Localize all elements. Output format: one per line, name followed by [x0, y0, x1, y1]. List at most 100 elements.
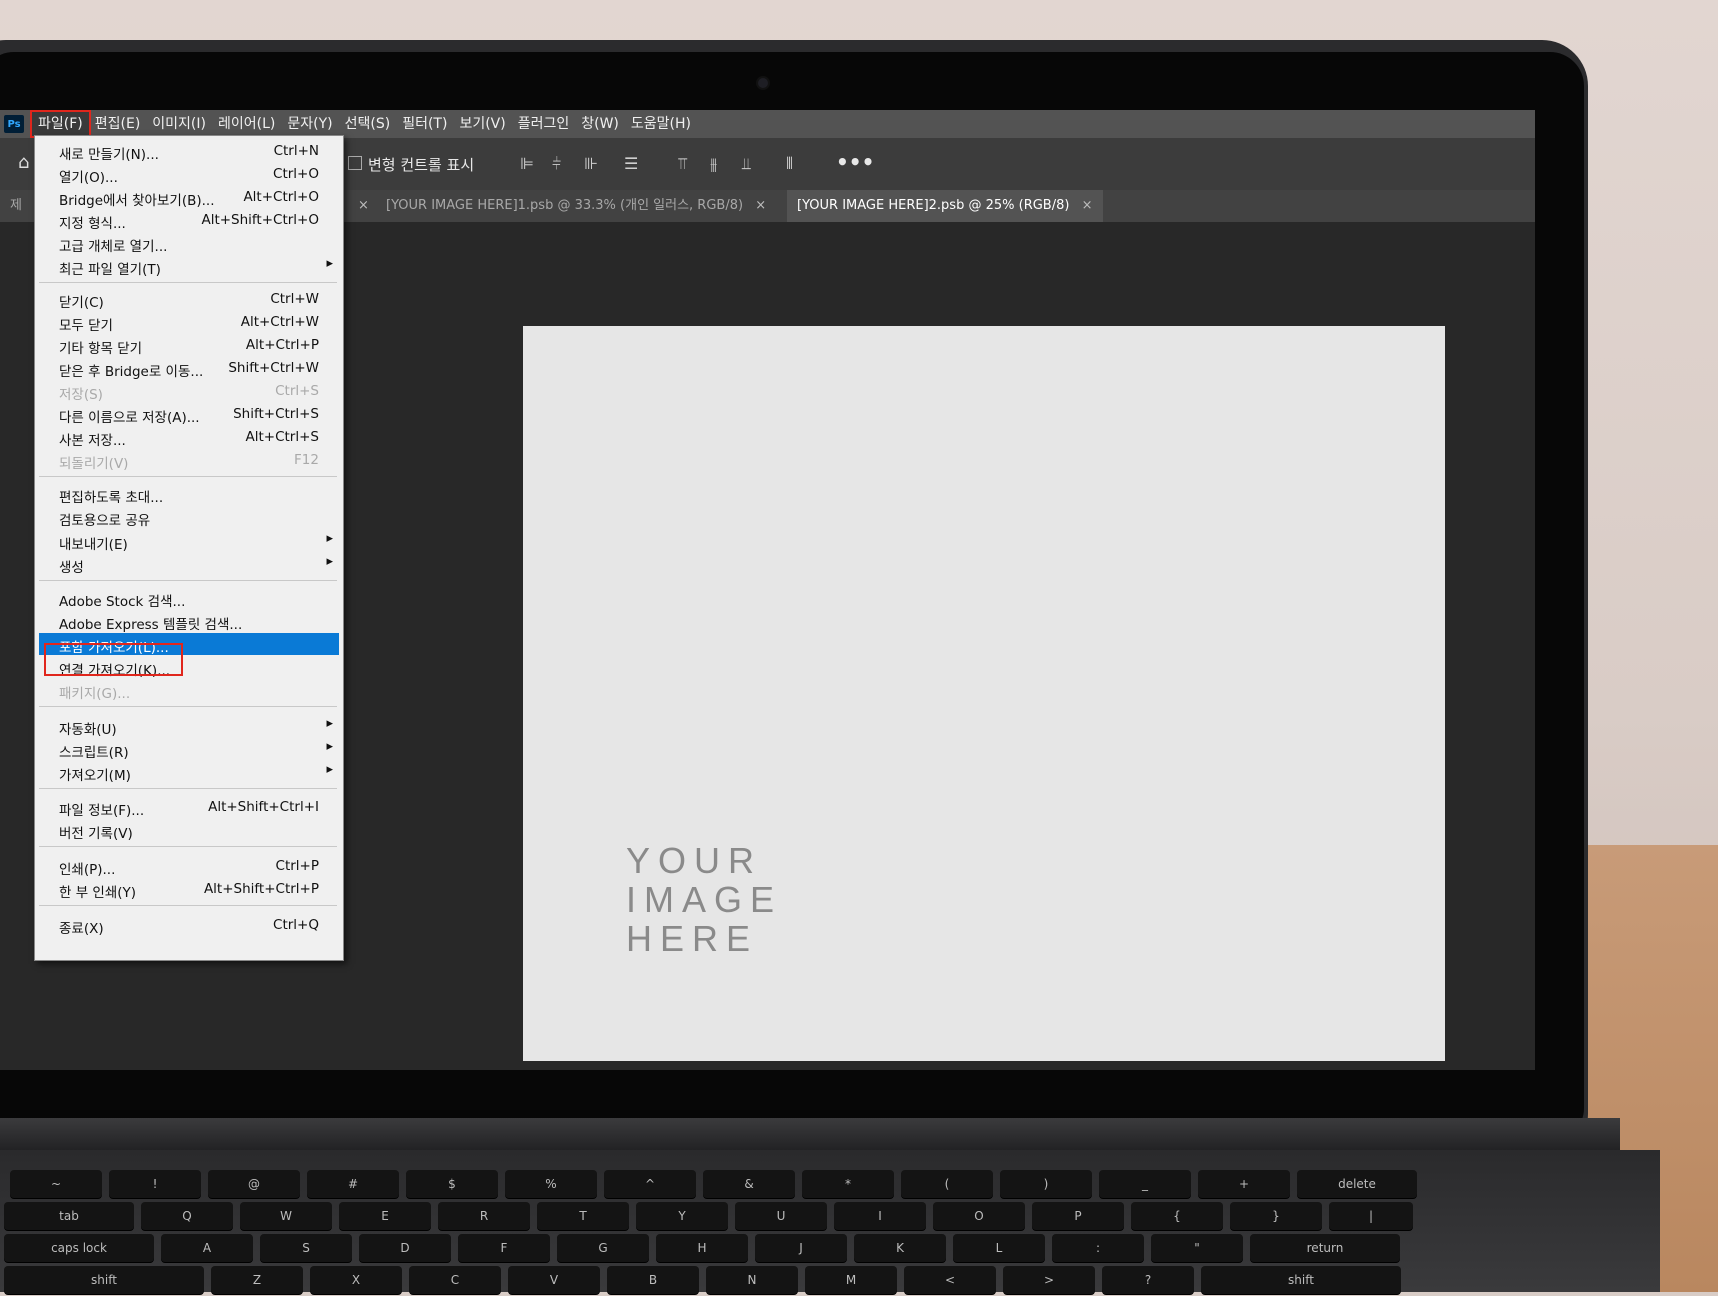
close-icon[interactable]: × [755, 198, 766, 213]
menu-item-open[interactable]: 열기(O)... Ctrl+O [35, 163, 341, 186]
menu-item-exit[interactable]: 종료(X) Ctrl+Q [35, 914, 341, 937]
keyboard-key[interactable]: L [953, 1234, 1045, 1262]
keyboard-key[interactable]: C [409, 1266, 501, 1294]
keyboard-key[interactable]: N [706, 1266, 798, 1294]
menu-item-close-go-bridge[interactable]: 닫은 후 Bridge로 이동... Shift+Ctrl+W [35, 357, 341, 380]
document-canvas[interactable]: YOUR IMAGE HERE [523, 326, 1445, 1061]
keyboard-key[interactable]: ! [109, 1170, 201, 1198]
keyboard-key[interactable]: E [339, 1202, 431, 1230]
menu-item-new[interactable]: 새로 만들기(N)... Ctrl+N [35, 140, 341, 163]
show-transform-controls-checkbox[interactable] [348, 156, 362, 170]
menu-item-open-smart-object[interactable]: 고급 개체로 열기... [35, 232, 341, 255]
keyboard-key[interactable]: * [802, 1170, 894, 1198]
menu-image[interactable]: 이미지(I) [146, 112, 212, 136]
keyboard-key[interactable]: | [1329, 1202, 1413, 1230]
tab-partial[interactable]: 제 [0, 190, 32, 222]
align-bottom-edges-icon[interactable]: ⫫ [742, 154, 751, 174]
keyboard-key[interactable]: R [438, 1202, 530, 1230]
menu-item-close[interactable]: 닫기(C) Ctrl+W [35, 288, 341, 311]
menu-item-open-as[interactable]: 지정 형식... Alt+Shift+Ctrl+O [35, 209, 341, 232]
keyboard-key[interactable]: P [1032, 1202, 1124, 1230]
keyboard-key[interactable]: % [505, 1170, 597, 1198]
menu-view[interactable]: 보기(V) [453, 112, 511, 136]
keyboard-key[interactable]: K [854, 1234, 946, 1262]
keyboard-key[interactable]: B [607, 1266, 699, 1294]
menu-item-adobe-stock[interactable]: Adobe Stock 검색... [35, 587, 341, 610]
align-top-edges-icon[interactable]: ⫪ [678, 154, 687, 174]
distribute-vertical-icon[interactable]: ☰ [624, 154, 638, 173]
keyboard-key[interactable]: U [735, 1202, 827, 1230]
menu-item-file-info[interactable]: 파일 정보(F)... Alt+Shift+Ctrl+I [35, 796, 341, 819]
tab-document-2[interactable]: [YOUR IMAGE HERE]2.psb @ 25% (RGB/8) × [787, 190, 1103, 222]
keyboard-key[interactable]: W [240, 1202, 332, 1230]
tab-document-1[interactable]: [YOUR IMAGE HERE]1.psb @ 33.3% (개인 일러스, … [376, 190, 776, 222]
keyboard-key[interactable]: I [834, 1202, 926, 1230]
menu-item-save[interactable]: 저장(S) Ctrl+S [35, 380, 341, 403]
menu-plugins[interactable]: 플러그인 [512, 112, 576, 136]
menu-item-invite-to-edit[interactable]: 편집하도록 초대... [35, 483, 341, 506]
menu-item-export[interactable]: 내보내기(E) ▸ [35, 530, 341, 553]
menu-file[interactable]: 파일(F) [30, 110, 91, 138]
menu-item-share-for-review[interactable]: 검토용으로 공유 [35, 506, 341, 529]
keyboard-key[interactable]: S [260, 1234, 352, 1262]
caps-lock-key[interactable]: caps lock [4, 1234, 154, 1262]
menu-item-print[interactable]: 인쇄(P)... Ctrl+P [35, 855, 341, 878]
menu-type[interactable]: 문자(Y) [281, 112, 338, 136]
shift-key[interactable]: shift [1201, 1266, 1401, 1294]
menu-item-save-as[interactable]: 다른 이름으로 저장(A)... Shift+Ctrl+S [35, 403, 341, 426]
keyboard-key[interactable]: A [161, 1234, 253, 1262]
keyboard-key[interactable]: ~ [10, 1170, 102, 1198]
menu-edit[interactable]: 편집(E) [89, 112, 147, 136]
keyboard-key[interactable]: T [537, 1202, 629, 1230]
align-right-edges-icon[interactable]: ⊪ [584, 154, 598, 173]
shift-key[interactable]: shift [4, 1266, 204, 1294]
return-key[interactable]: return [1250, 1234, 1400, 1262]
menu-item-scripts[interactable]: 스크립트(R) ▸ [35, 738, 341, 761]
menu-item-browse-bridge[interactable]: Bridge에서 찾아보기(B)... Alt+Ctrl+O [35, 186, 341, 209]
close-icon[interactable]: × [358, 198, 369, 213]
keyboard-key[interactable]: O [933, 1202, 1025, 1230]
keyboard-key[interactable]: Q [141, 1202, 233, 1230]
close-icon[interactable]: × [1082, 198, 1093, 213]
keyboard-key[interactable]: & [703, 1170, 795, 1198]
keyboard-key[interactable]: @ [208, 1170, 300, 1198]
menu-item-open-recent[interactable]: 최근 파일 열기(T) ▸ [35, 255, 341, 278]
keyboard-key[interactable]: ) [1000, 1170, 1092, 1198]
align-vertical-centers-icon[interactable]: ⫵ [710, 154, 717, 174]
menu-item-version-history[interactable]: 버전 기록(V) [35, 819, 341, 842]
keyboard-key[interactable]: < [904, 1266, 996, 1294]
menu-item-revert[interactable]: 되돌리기(V) F12 [35, 449, 341, 472]
align-left-edges-icon[interactable]: ⊫ [520, 154, 534, 173]
keyboard-key[interactable]: $ [406, 1170, 498, 1198]
menu-item-adobe-express[interactable]: Adobe Express 템플릿 검색... [35, 610, 341, 633]
delete-key[interactable]: delete [1297, 1170, 1417, 1198]
align-horizontal-centers-icon[interactable]: ⫩ [552, 154, 561, 174]
menu-item-generate[interactable]: 생성 ▸ [35, 553, 341, 576]
menu-filter[interactable]: 필터(T) [396, 112, 453, 136]
menu-item-package[interactable]: 패키지(G)... [35, 679, 341, 702]
keyboard-key[interactable]: G [557, 1234, 649, 1262]
more-options-icon[interactable]: ••• [836, 150, 874, 174]
tab-hidden-close[interactable]: × [340, 190, 379, 222]
menu-item-automate[interactable]: 자동화(U) ▸ [35, 715, 341, 738]
menu-item-save-copy[interactable]: 사본 저장... Alt+Ctrl+S [35, 426, 341, 449]
keyboard-key[interactable]: J [755, 1234, 847, 1262]
keyboard-key[interactable]: X [310, 1266, 402, 1294]
menu-item-print-one-copy[interactable]: 한 부 인쇄(Y) Alt+Shift+Ctrl+P [35, 878, 341, 901]
menu-item-import[interactable]: 가져오기(M) ▸ [35, 761, 341, 784]
keyboard-key[interactable]: : [1052, 1234, 1144, 1262]
tab-key[interactable]: tab [4, 1202, 134, 1230]
keyboard-key[interactable]: Z [211, 1266, 303, 1294]
keyboard-key[interactable]: D [359, 1234, 451, 1262]
keyboard-key[interactable]: ? [1102, 1266, 1194, 1294]
keyboard-key[interactable]: " [1151, 1234, 1243, 1262]
menu-select[interactable]: 선택(S) [339, 112, 397, 136]
keyboard-key[interactable]: V [508, 1266, 600, 1294]
keyboard-key[interactable]: # [307, 1170, 399, 1198]
keyboard-key[interactable]: _ [1099, 1170, 1191, 1198]
menu-item-close-others[interactable]: 기타 항목 닫기 Alt+Ctrl+P [35, 334, 341, 357]
keyboard-key[interactable]: Y [636, 1202, 728, 1230]
keyboard-key[interactable]: ^ [604, 1170, 696, 1198]
keyboard-key[interactable]: M [805, 1266, 897, 1294]
keyboard-key[interactable]: } [1230, 1202, 1322, 1230]
